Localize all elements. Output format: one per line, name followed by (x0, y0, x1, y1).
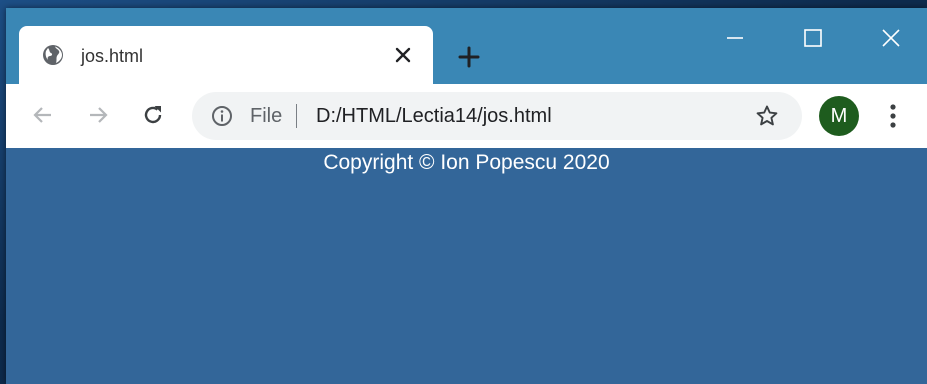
reload-icon (144, 106, 162, 124)
globe-icon (41, 43, 65, 67)
browser-window: jos.html File D:/HTML/Lectia14/jos.html … (6, 8, 927, 384)
page-content: Copyright © Ion Popescu 2020 (6, 148, 927, 384)
new-tab-button[interactable] (452, 40, 486, 74)
maximize-button[interactable] (784, 16, 842, 60)
close-window-button[interactable] (862, 16, 920, 60)
bookmark-star-icon[interactable] (752, 102, 782, 130)
address-bar[interactable]: File D:/HTML/Lectia14/jos.html (192, 92, 802, 140)
arrow-left-icon (33, 107, 51, 123)
reload-button[interactable] (136, 98, 170, 132)
forward-button[interactable] (81, 98, 115, 132)
close-icon (882, 29, 900, 47)
plus-icon (458, 46, 480, 68)
more-vertical-icon (890, 104, 896, 128)
tab-title: jos.html (81, 46, 144, 66)
arrow-right-icon (90, 107, 108, 123)
maximize-icon (804, 29, 822, 47)
scheme-divider (296, 104, 297, 128)
info-icon[interactable] (210, 104, 234, 128)
browser-toolbar: File D:/HTML/Lectia14/jos.html M (6, 84, 927, 148)
browser-tab[interactable]: jos.html (19, 26, 433, 84)
scheme-label: File (250, 105, 283, 127)
menu-button[interactable] (878, 98, 908, 134)
minimize-button[interactable] (706, 16, 764, 60)
profile-avatar[interactable]: M (819, 96, 859, 136)
back-button[interactable] (26, 98, 60, 132)
tab-close-icon[interactable] (389, 41, 417, 69)
url-text[interactable]: D:/HTML/Lectia14/jos.html (316, 105, 552, 127)
title-bar: jos.html (6, 8, 927, 84)
minimize-icon (727, 37, 743, 39)
copyright-footer: Copyright © Ion Popescu 2020 (323, 151, 610, 174)
